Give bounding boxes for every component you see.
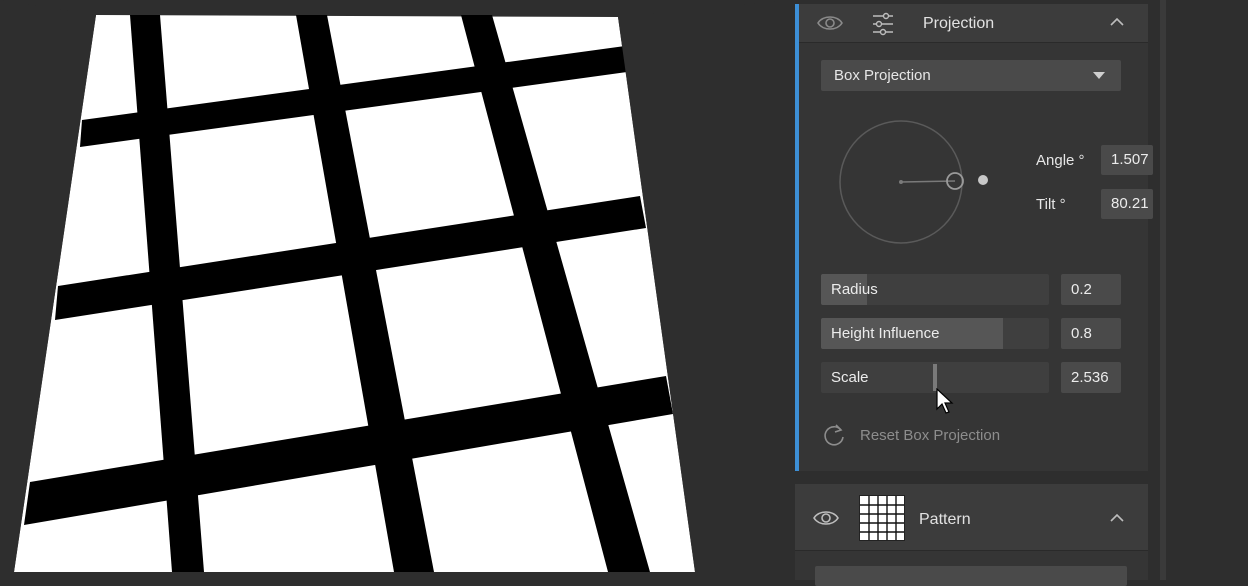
height-influence-value-input[interactable]: 0.8	[1061, 318, 1121, 349]
3d-viewport[interactable]	[0, 0, 790, 580]
radius-label: Radius	[831, 281, 878, 298]
angle-label: Angle °	[1036, 152, 1085, 169]
sliders-icon	[873, 12, 893, 36]
tilt-input[interactable]: 80.21	[1101, 189, 1153, 219]
projection-title: Projection	[923, 15, 995, 32]
scale-value-input[interactable]: 2.536	[1061, 362, 1121, 393]
pattern-field[interactable]	[815, 566, 1127, 586]
scale-slider[interactable]: Scale	[821, 362, 1049, 393]
height-influence-label: Height Influence	[831, 325, 940, 342]
scale-label: Scale	[831, 369, 869, 386]
eye-icon[interactable]	[817, 14, 843, 32]
projection-mode-value: Box Projection	[834, 67, 931, 84]
grid-pattern-icon[interactable]	[859, 495, 905, 541]
reset-box-projection-button[interactable]: Reset Box Projection	[821, 418, 1061, 452]
radius-value-input[interactable]: 0.2	[1061, 274, 1121, 305]
dropdown-arrow-icon	[1093, 72, 1105, 79]
angle-tilt-dial[interactable]	[839, 116, 999, 246]
projection-section: Projection Box Projection Angle ° 1.507 …	[795, 4, 1153, 471]
chevron-up-icon[interactable]	[1108, 15, 1126, 29]
height-influence-slider[interactable]: Height Influence	[821, 318, 1049, 349]
chevron-up-icon[interactable]	[1108, 511, 1126, 525]
tilt-label: Tilt °	[1036, 196, 1066, 213]
properties-panel: Projection Box Projection Angle ° 1.507 …	[795, 0, 1153, 586]
scale-slider-handle[interactable]	[933, 364, 937, 391]
projection-mode-dropdown[interactable]: Box Projection	[821, 60, 1121, 91]
projection-header[interactable]: Projection	[799, 4, 1148, 43]
pattern-section: Pattern	[795, 484, 1148, 586]
reset-icon	[824, 424, 844, 446]
reset-box-projection-label: Reset Box Projection	[860, 427, 1001, 444]
eye-icon[interactable]	[813, 509, 839, 527]
angle-input[interactable]: 1.507	[1101, 145, 1153, 175]
perspective-grid-render	[0, 0, 790, 572]
radius-slider[interactable]: Radius	[821, 274, 1049, 305]
panel-scrollbar[interactable]	[1160, 0, 1166, 580]
pattern-title: Pattern	[919, 511, 971, 528]
tilt-handle	[978, 175, 988, 185]
pattern-header[interactable]: Pattern	[795, 484, 1148, 551]
